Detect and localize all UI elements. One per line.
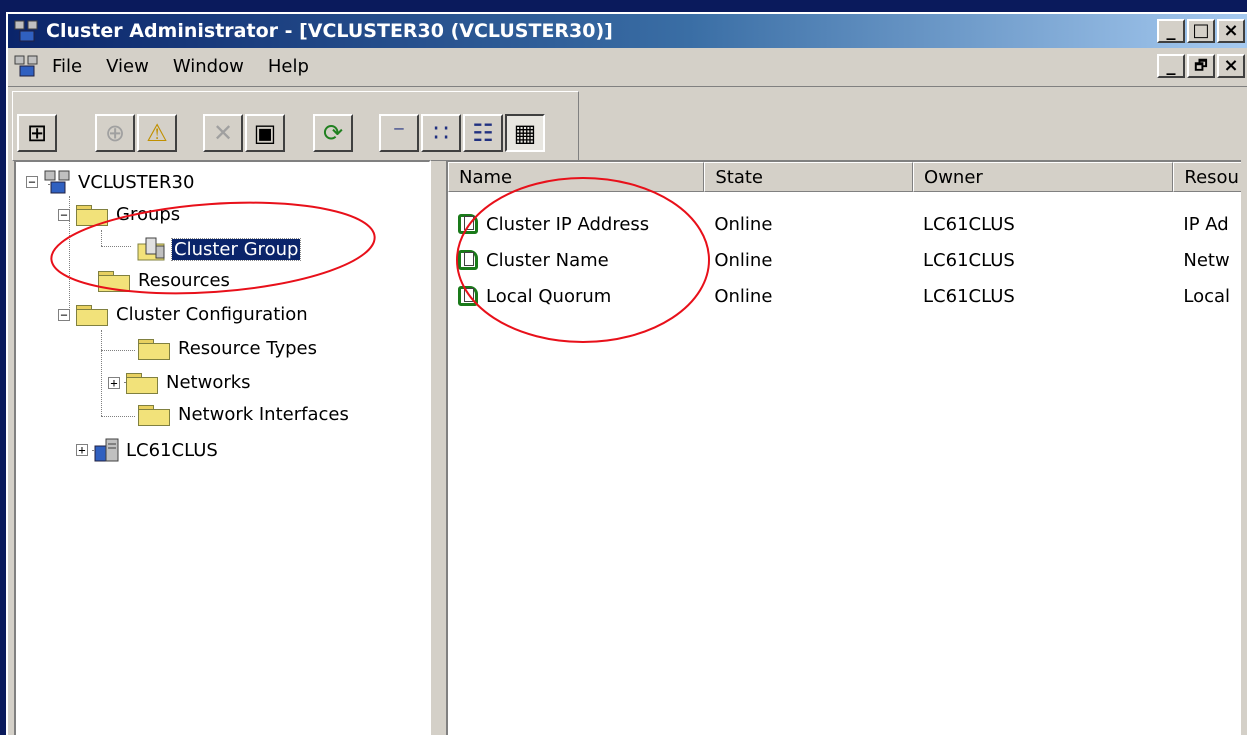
tree-label: Cluster Group [170,237,302,261]
resource-owner: LC61CLUS [923,249,1015,271]
menu-window[interactable]: Window [173,56,244,77]
tree-item-groups[interactable]: − Groups [58,204,181,226]
tree-item-vcluster30[interactable]: − VCLUSTER30 [26,170,194,194]
resource-state: Online [714,249,773,271]
resource-owner: LC61CLUS [923,285,1015,307]
table-row[interactable]: Cluster Name Online LC61CLUS Netw [448,244,1241,276]
table-row[interactable]: Local Quorum Online LC61CLUS Local [448,280,1241,312]
folder-icon [138,338,170,360]
delete-icon[interactable]: ✕ [203,114,243,152]
column-header-name[interactable]: Name [448,162,705,192]
tree-item-networks[interactable]: + Networks [108,372,251,394]
tree-item-cluster-configuration[interactable]: − Cluster Configuration [58,304,308,326]
menu-bar: File View Window Help _ 🗗 × [8,48,1247,84]
tree-connector [101,330,102,416]
close-button[interactable]: × [1217,19,1245,43]
resource-owner: LC61CLUS [923,213,1015,235]
tree-label: LC61CLUS [126,439,218,461]
resource-type: Local [1183,285,1231,307]
expand-toggle[interactable]: + [76,444,88,456]
resource-type: IP Ad [1183,213,1229,235]
title-bar[interactable]: Cluster Administrator - [VCLUSTER30 (VCL… [8,14,1247,48]
resource-list-pane[interactable]: Name State Owner Resou Cluster IP Addres… [446,160,1241,735]
small-icons-icon[interactable]: ∷ [421,114,461,152]
group-icon [137,237,165,261]
resource-state: Online [714,213,773,235]
expand-toggle[interactable]: + [108,376,120,389]
folder-icon [98,270,130,292]
tree-connector [101,350,135,351]
tree-label: Groups [116,204,181,225]
tree-connector [101,246,131,247]
large-icons-icon[interactable]: ⁻ [379,114,419,152]
child-restore-button[interactable]: 🗗 [1187,54,1215,78]
maximize-button[interactable]: □ [1187,19,1215,43]
server-node-icon [94,438,119,462]
tree-connector [101,230,102,246]
collapse-toggle[interactable]: − [58,208,70,221]
cluster-app-icon [14,20,38,42]
resource-icon [456,212,482,236]
tree-label: VCLUSTER30 [78,171,195,193]
list-view-icon[interactable]: ☷ [463,114,503,152]
open-folder-icon [76,204,108,226]
column-header-owner[interactable]: Owner [913,162,1174,192]
column-header-resource-type[interactable]: Resou [1173,162,1241,192]
minimize-button[interactable]: _ [1157,19,1185,43]
resource-state: Online [714,285,773,307]
resource-icon [456,284,482,308]
properties-icon[interactable]: ▣ [245,114,285,152]
tree-item-resource-types[interactable]: Resource Types [138,338,317,360]
cluster-icon [44,170,70,194]
tree-item-lc61clus[interactable]: + LC61CLUS [76,438,218,462]
tree-connector [101,416,135,417]
column-header-state[interactable]: State [704,162,914,192]
take-offline-icon[interactable]: ⚠ [137,114,177,152]
tree-item-cluster-group[interactable]: Cluster Group [136,236,302,262]
toolbar: ⊞ ⊕ ⚠ ✕ ▣ ⟳ ⁻ ∷ ☷ ▦ [8,86,1247,165]
desktop-background [0,0,1247,12]
resource-name: Cluster Name [486,249,609,271]
tree-label: Networks [166,372,251,393]
resource-name: Cluster IP Address [486,213,650,235]
window-title: Cluster Administrator - [VCLUSTER30 (VCL… [46,20,613,42]
menu-file[interactable]: File [52,56,82,77]
system-menu-icon[interactable] [14,55,40,77]
tree-pane[interactable]: − VCLUSTER30 − Groups Cluster Group Reso… [14,160,431,735]
tree-item-resources[interactable]: Resources [98,270,230,292]
folder-icon [76,304,108,326]
folder-icon [138,404,170,426]
tree-label: Network Interfaces [178,404,349,425]
collapse-toggle[interactable]: − [58,308,70,321]
resource-type: Netw [1183,249,1230,271]
resource-icon [456,248,482,272]
child-close-button[interactable]: × [1217,54,1245,78]
tree-item-network-interfaces[interactable]: Network Interfaces [138,404,349,426]
refresh-icon[interactable]: ⟳ [313,114,353,152]
resource-name: Local Quorum [486,285,612,307]
menu-view[interactable]: View [106,56,149,77]
details-view-icon[interactable]: ▦ [505,114,545,152]
bring-online-icon[interactable]: ⊕ [95,114,135,152]
table-row[interactable]: Cluster IP Address Online LC61CLUS IP Ad [448,208,1241,240]
tree-label: Cluster Configuration [116,304,308,325]
toolbar-band: ⊞ ⊕ ⚠ ✕ ▣ ⟳ ⁻ ∷ ☷ ▦ [12,91,579,161]
child-minimize-button[interactable]: _ [1157,54,1185,78]
collapse-toggle[interactable]: − [26,176,38,188]
folder-icon [126,372,158,394]
cluster-icon[interactable]: ⊞ [17,114,57,152]
tree-label: Resource Types [178,338,317,359]
menu-help[interactable]: Help [268,56,309,77]
list-header: Name State Owner Resou [448,162,1241,192]
tree-label: Resources [138,270,230,291]
